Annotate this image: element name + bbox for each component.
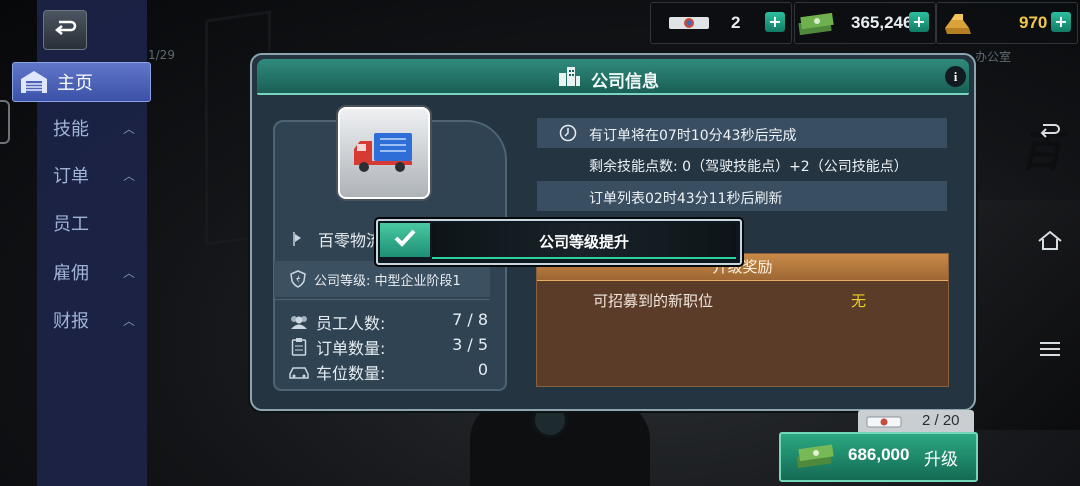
clipboard-icon [291,337,307,360]
stat-label: 车位数量: [316,364,386,383]
back-button[interactable] [43,10,87,50]
system-menu-button[interactable] [1030,336,1070,366]
stat-value: 7 / 8 [452,310,488,329]
employee-count-row: 员工人数: 7 / 8 [288,310,488,334]
chevron-up-icon: ︿ [123,168,136,183]
tickets-value: 2 [731,13,741,32]
flag-icon [292,231,302,251]
sidebar-item-label: 财报 [53,311,89,332]
order-refresh-row: 订单列表02时43分11秒后刷新 [537,181,947,211]
chevron-up-icon: ︿ [123,121,136,136]
gold-value: 970 [1019,13,1048,32]
sidebar-item-hire[interactable]: 雇佣 ︿ [37,254,147,290]
checkmark-icon [393,228,417,252]
background-counter: 1/29 [148,48,175,62]
ticket-progress: 2 / 20 [858,410,974,432]
ticket-icon [866,414,902,433]
info-line: 有订单将在07时10分43秒后完成 [589,128,797,144]
cash-counter: 365,246 + [794,2,936,44]
ticket-icon [667,13,711,37]
stat-label: 员工人数: [316,314,386,333]
stat-label: 订单数量: [316,339,386,358]
sidebar-item-skills[interactable]: 技能 ︿ [37,110,147,146]
system-back-button[interactable] [1030,118,1070,148]
gold-counter: 970 + [936,2,1078,44]
system-home-button[interactable] [1030,227,1070,257]
reward-row-label: 可招募到的新职位 [593,292,714,310]
sidebar-item-label: 员工 [53,214,89,235]
add-gold-button[interactable]: + [1051,12,1071,32]
add-tickets-button[interactable]: + [765,12,785,32]
clock-icon [559,124,577,146]
info-line: 剩余技能点数: 0（驾驶技能点）+2（公司技能点） [589,159,908,175]
chevron-up-icon: ︿ [123,265,136,280]
company-logo-tile [338,107,430,199]
company-name: 百零物流 [318,231,383,250]
background-office-label: 办公室 [975,50,1012,64]
sidebar-item-label: 订单 [53,166,89,187]
warehouse-icon [19,69,49,95]
upgrade-button[interactable]: 686,000 升级 [779,432,978,482]
order-count-row: 订单数量: 3 / 5 [288,335,488,359]
toast-check-badge [380,223,430,257]
company-level: 公司等级: 中型企业阶段1 [314,274,461,289]
sidebar-item-label: 技能 [53,119,89,140]
upgrade-label: 升级 [924,450,958,470]
car-icon [288,365,310,384]
people-icon [288,314,310,334]
upgrade-price: 686,000 [848,445,910,464]
menu-icon [1039,340,1061,362]
cash-stack-icon [795,442,835,474]
gold-bars-icon [941,10,975,40]
shield-icon [290,270,306,292]
sidebar-item-orders[interactable]: 订单 ︿ [37,157,147,193]
back-arrow-icon [53,18,77,42]
toast-bar: 公司等级提升 [432,223,736,259]
back-arrow-icon [1038,121,1062,145]
dialog-title: 公司信息 [591,72,659,92]
tickets-counter: 2 + [650,2,792,44]
sidebar-item-finance[interactable]: 财报 ︿ [37,302,147,338]
stat-value: 0 [477,360,488,379]
sidebar-item-home[interactable]: 主页 [12,62,151,102]
truck-icon [352,129,416,181]
skill-points-row: 剩余技能点数: 0（驾驶技能点）+2（公司技能点） [537,149,947,179]
cash-stack-icon [797,9,835,41]
sidebar-item-employees[interactable]: 员工 [37,205,147,241]
card-divider [274,299,490,300]
dialog-header: 公司信息 i [257,59,969,95]
edge-handle[interactable] [0,100,10,144]
upgrade-reward-panel: 升级奖励 可招募到的新职位 无 [536,253,949,387]
cash-value: 365,246 [851,13,913,32]
buildings-icon [557,65,581,91]
company-level-row: 公司等级: 中型企业阶段1 [274,261,490,297]
info-line: 订单列表02时43分11秒后刷新 [589,191,783,207]
info-button[interactable]: i [945,66,966,87]
sidebar-item-label: 雇佣 [53,263,89,284]
add-cash-button[interactable]: + [909,12,929,32]
order-timer-row: 有订单将在07时10分43秒后完成 [537,118,947,148]
level-up-toast: 公司等级提升 [376,219,742,265]
parking-count-row: 车位数量: 0 [288,360,488,384]
sidebar-item-label: 主页 [57,73,93,94]
home-icon [1037,229,1063,255]
reward-row-value: 无 [851,292,867,310]
ticket-progress-value: 2 / 20 [922,412,960,429]
chevron-up-icon: ︿ [123,313,136,328]
stat-value: 3 / 5 [452,335,488,354]
toast-text: 公司等级提升 [538,233,629,251]
